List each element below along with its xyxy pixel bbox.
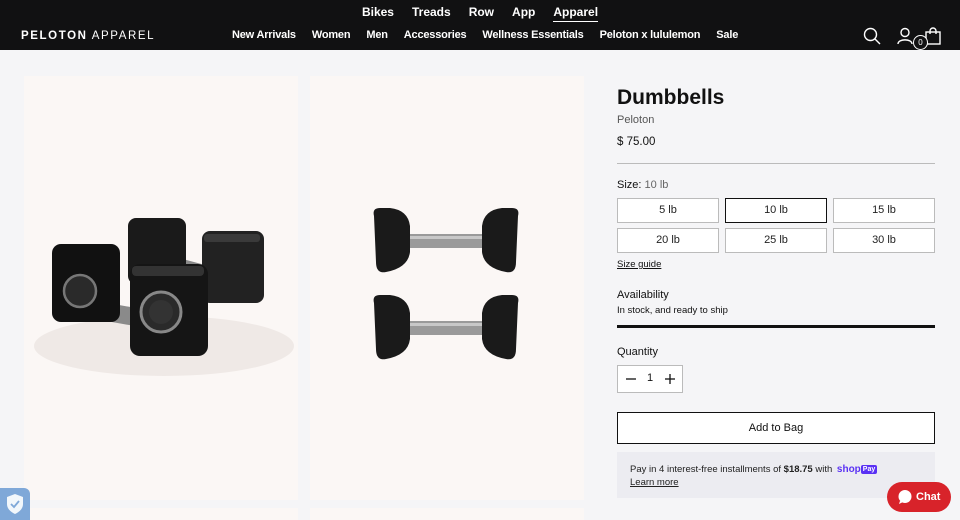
availability-label: Availability (617, 289, 669, 301)
shoppay-installments-text: Pay in 4 interest-free installments of $… (630, 464, 878, 475)
size-guide-link[interactable]: Size guide (617, 259, 661, 270)
logo-light-text: APPAREL (91, 30, 156, 42)
shoppay-amount: $18.75 (783, 464, 813, 475)
quantity-label: Quantity (617, 346, 658, 358)
add-to-bag-button[interactable]: Add to Bag (617, 412, 935, 444)
size-option-10lb[interactable]: 10 lb (725, 198, 827, 223)
nav-accessories[interactable]: Accessories (404, 29, 467, 41)
shoppay-text-before: Pay in 4 interest-free installments of (630, 464, 784, 475)
shoppay-learn-more-link[interactable]: Learn more (630, 477, 679, 488)
search-icon[interactable] (862, 26, 882, 46)
chat-bubble-icon (898, 490, 912, 504)
dumbbells-top-view-illustration (373, 208, 519, 360)
size-label: Size: 10 lb (617, 179, 668, 191)
quantity-stepper: 1 (617, 365, 683, 393)
nav-women[interactable]: Women (312, 29, 351, 41)
chat-button[interactable]: Chat (887, 482, 951, 512)
chat-label: Chat (916, 491, 941, 503)
main-nav: New Arrivals Women Men Accessories Welln… (232, 29, 738, 41)
minus-icon[interactable] (625, 373, 637, 385)
account-icon[interactable] (895, 26, 915, 46)
availability-status: In stock, and ready to ship (617, 305, 728, 316)
product-title: Dumbbells (617, 86, 725, 109)
size-selected-value: 10 lb (644, 179, 669, 191)
site-header: Bikes Treads Row App Apparel PELOTON APP… (0, 0, 960, 50)
top-nav-apparel[interactable]: Apparel (553, 5, 599, 22)
size-option-15lb[interactable]: 15 lb (833, 198, 935, 223)
top-nav-treads[interactable]: Treads (412, 5, 451, 22)
shield-check-icon (7, 494, 23, 514)
size-option-20lb[interactable]: 20 lb (617, 228, 719, 253)
product-price: $ 75.00 (617, 136, 656, 148)
availability-bar (617, 325, 935, 328)
gallery-image-3[interactable] (24, 508, 298, 520)
top-nav: Bikes Treads Row App Apparel (0, 5, 960, 22)
size-options: 5 lb 10 lb 15 lb 20 lb 25 lb 30 lb (617, 198, 935, 253)
dumbbells-angled-illustration (34, 218, 294, 376)
shoppay-logo-pay: Pay (860, 465, 878, 474)
shoppay-text-after: with (812, 464, 835, 475)
size-option-25lb[interactable]: 25 lb (725, 228, 827, 253)
top-nav-row[interactable]: Row (469, 5, 494, 22)
site-logo[interactable]: PELOTON APPAREL (21, 30, 155, 42)
size-label-text: Size: (617, 179, 642, 191)
cart-count-badge[interactable]: 0 (913, 35, 928, 50)
shoppay-logo-shop: shop (836, 464, 861, 475)
gallery-image-4[interactable] (310, 508, 584, 520)
divider (617, 163, 935, 164)
privacy-shield-button[interactable] (0, 488, 30, 520)
nav-new-arrivals[interactable]: New Arrivals (232, 29, 296, 41)
size-option-5lb[interactable]: 5 lb (617, 198, 719, 223)
product-brand: Peloton (617, 114, 655, 126)
nav-sale[interactable]: Sale (716, 29, 738, 41)
dumbbells-angled-image[interactable] (24, 76, 298, 500)
nav-wellness-essentials[interactable]: Wellness Essentials (482, 29, 583, 41)
logo-bold-text: PELOTON (21, 30, 88, 42)
quantity-value[interactable]: 1 (644, 372, 656, 384)
nav-men[interactable]: Men (366, 29, 388, 41)
size-option-30lb[interactable]: 30 lb (833, 228, 935, 253)
nav-peloton-x-lululemon[interactable]: Peloton x lululemon (600, 29, 701, 41)
plus-icon[interactable] (664, 373, 676, 385)
dumbbells-top-view-image[interactable] (310, 76, 584, 500)
top-nav-bikes[interactable]: Bikes (362, 5, 394, 22)
top-nav-app[interactable]: App (512, 5, 535, 22)
